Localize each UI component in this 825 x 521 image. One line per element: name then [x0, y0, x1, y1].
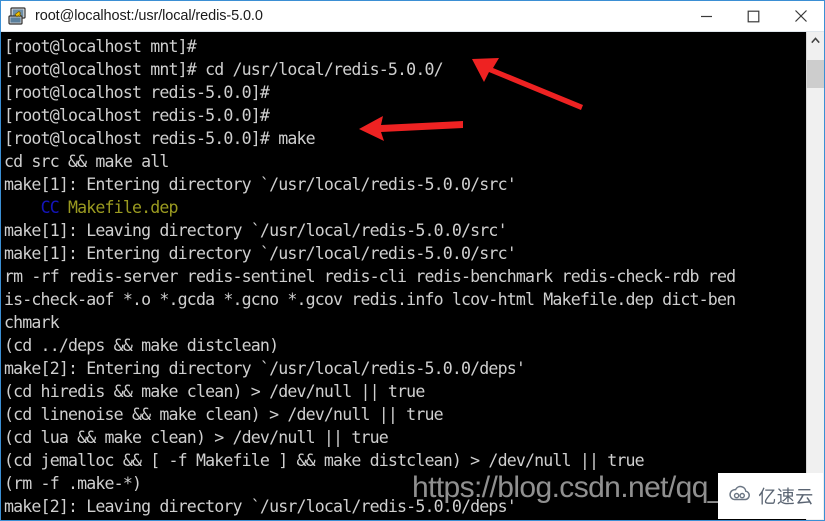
cloud-icon [727, 485, 753, 508]
putty-terminal-icon [7, 5, 29, 27]
terminal-line: [root@localhost redis-5.0.0]# make [4, 129, 316, 148]
terminal-output-area[interactable]: [root@localhost mnt]# [root@localhost mn… [1, 32, 806, 520]
site-logo-badge: 亿速云 [718, 473, 823, 519]
logo-text: 亿速云 [758, 487, 814, 508]
scrollbar-thumb[interactable] [807, 60, 824, 88]
maximize-button[interactable] [730, 1, 777, 31]
close-button[interactable] [777, 1, 824, 31]
terminal-line: (cd jemalloc && [ -f Makefile ] && make … [4, 451, 645, 470]
title-bar: root@localhost:/usr/local/redis-5.0.0 [1, 1, 824, 32]
window-title: root@localhost:/usr/local/redis-5.0.0 [35, 8, 263, 24]
vertical-scrollbar[interactable] [806, 32, 824, 520]
watermark-text: https://blog.csdn.net/qq_39 [412, 471, 757, 504]
terminal-line: make[2]: Entering directory `/usr/local/… [4, 359, 526, 378]
terminal-line: (cd hiredis && make clean) > /dev/null |… [4, 382, 425, 401]
terminal-line: is-check-aof *.o *.gcda *.gcno *.gcov re… [4, 290, 736, 309]
terminal-line: (cd lua && make clean) > /dev/null || tr… [4, 428, 389, 447]
terminal-line: rm -rf redis-server redis-sentinel redis… [4, 267, 736, 286]
terminal-window: root@localhost:/usr/local/redis-5.0.0 [r… [0, 0, 825, 521]
terminal-line: [root@localhost mnt]# [4, 37, 206, 56]
minimize-button[interactable] [683, 1, 730, 31]
terminal-text-segment: Makefile.dep [67, 198, 179, 217]
terminal-line: [root@localhost redis-5.0.0]# [4, 83, 279, 102]
terminal-line: make[1]: Entering directory `/usr/local/… [4, 244, 517, 263]
scroll-up-arrow-icon[interactable] [807, 32, 824, 49]
terminal-line: (cd ../deps && make distclean) [4, 336, 279, 355]
window-controls [683, 1, 824, 31]
terminal-line: [root@localhost mnt]# cd /usr/local/redi… [4, 60, 444, 79]
terminal-line: make[1]: Entering directory `/usr/local/… [4, 175, 517, 194]
terminal-line: make[1]: Leaving directory `/usr/local/r… [4, 221, 508, 240]
terminal-lines: [root@localhost mnt]# [root@localhost mn… [4, 35, 806, 520]
terminal-body: [root@localhost mnt]# [root@localhost mn… [1, 32, 824, 520]
terminal-text-segment: CC [40, 198, 60, 217]
terminal-line: (cd linenoise && make clean) > /dev/null… [4, 405, 444, 424]
scrollbar-track[interactable] [807, 88, 824, 520]
terminal-line: CC Makefile.dep [4, 196, 806, 219]
terminal-line: chmark [4, 313, 60, 332]
terminal-line: cd src && make all [4, 152, 169, 171]
terminal-line: [root@localhost redis-5.0.0]# [4, 106, 279, 125]
